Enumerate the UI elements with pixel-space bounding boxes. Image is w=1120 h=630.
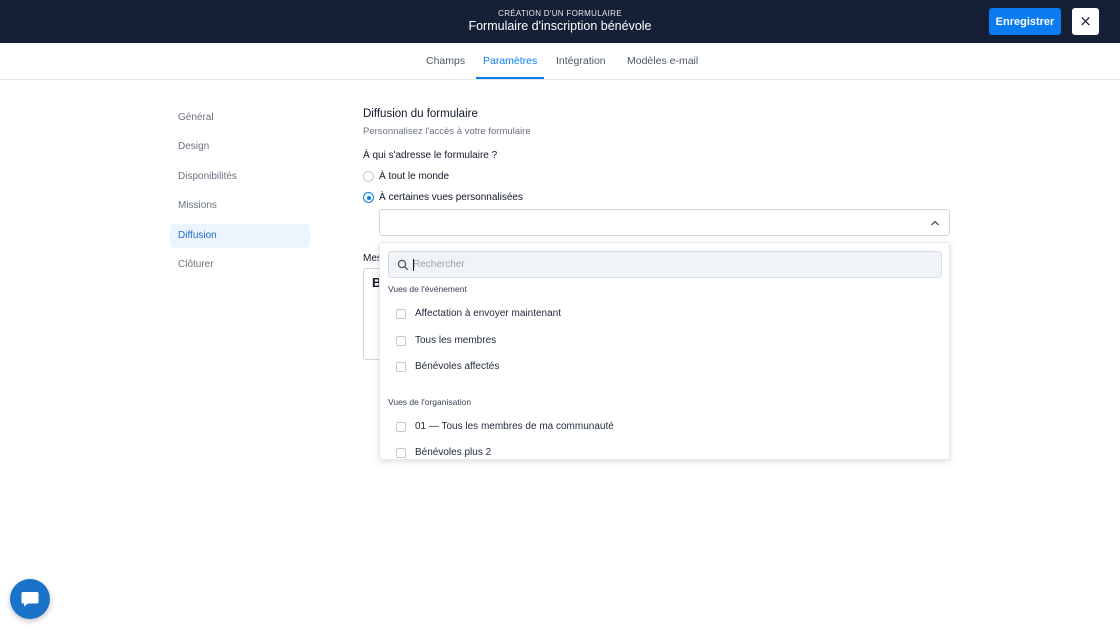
sidebar-item-general[interactable]: Général bbox=[170, 106, 310, 130]
chat-bubble-icon bbox=[21, 592, 39, 607]
radio-label: À certaines vues personnalisées bbox=[379, 192, 523, 203]
sidebar-item-missions[interactable]: Missions bbox=[170, 194, 310, 218]
text-caret bbox=[413, 259, 414, 271]
message-label-partial: Mes bbox=[363, 253, 380, 264]
option-label: Bénévoles plus 2 bbox=[415, 447, 492, 458]
sidebar-item-design[interactable]: Design bbox=[170, 135, 310, 159]
sidebar-item-diffusion[interactable]: Diffusion bbox=[170, 224, 310, 248]
close-button[interactable]: × bbox=[1072, 8, 1099, 35]
option-label: Bénévoles affectés bbox=[415, 361, 500, 372]
group-title-event: Vues de l'événement bbox=[388, 284, 467, 294]
chat-widget-button[interactable] bbox=[10, 579, 50, 619]
tab-modeles-email[interactable]: Modèles e-mail bbox=[627, 43, 698, 79]
tab-bar: Champs Paramètres Intégration Modèles e-… bbox=[0, 43, 1120, 80]
audience-question: À qui s'adresse le formulaire ? bbox=[363, 150, 498, 161]
search-icon bbox=[397, 259, 409, 271]
sidebar-item-disponibilites[interactable]: Disponibilités bbox=[170, 165, 310, 189]
checkbox[interactable] bbox=[396, 362, 406, 372]
tab-parametres[interactable]: Paramètres bbox=[476, 43, 545, 79]
section-subtitle: Personnalisez l'accès à votre formulaire bbox=[363, 126, 531, 137]
save-button[interactable]: Enregistrer bbox=[989, 8, 1061, 35]
chevron-up-icon[interactable] bbox=[930, 218, 940, 228]
form-creation-supertitle: CRÉATION D'UN FORMULAIRE bbox=[498, 9, 622, 18]
option-label: Affectation à envoyer maintenant bbox=[415, 308, 562, 319]
dropdown-search[interactable] bbox=[388, 251, 942, 278]
tab-champs[interactable]: Champs bbox=[426, 43, 465, 79]
checkbox[interactable] bbox=[396, 309, 406, 319]
top-bar: CRÉATION D'UN FORMULAIRE Formulaire d'in… bbox=[0, 0, 1120, 43]
radio-button-checked[interactable] bbox=[363, 192, 374, 203]
checkbox[interactable] bbox=[396, 336, 406, 346]
search-input[interactable] bbox=[413, 252, 933, 277]
sidebar-item-cloturer[interactable]: Clôturer bbox=[170, 253, 310, 277]
section-title: Diffusion du formulaire bbox=[363, 108, 478, 120]
form-title: Formulaire d'inscription bénévole bbox=[468, 19, 652, 33]
checkbox[interactable] bbox=[396, 422, 406, 432]
radio-label: À tout le monde bbox=[379, 171, 450, 182]
custom-views-select[interactable] bbox=[379, 209, 950, 236]
option-label: Tous les membres bbox=[415, 335, 497, 346]
close-icon: × bbox=[1079, 12, 1092, 30]
option-label: 01 — Tous les membres de ma communauté bbox=[415, 421, 614, 432]
radio-button[interactable] bbox=[363, 171, 374, 182]
views-dropdown: Vues de l'événement Affectation à envoye… bbox=[379, 242, 950, 460]
group-title-organisation: Vues de l'organisation bbox=[388, 397, 472, 407]
tab-integration[interactable]: Intégration bbox=[556, 43, 606, 79]
checkbox[interactable] bbox=[396, 448, 406, 458]
